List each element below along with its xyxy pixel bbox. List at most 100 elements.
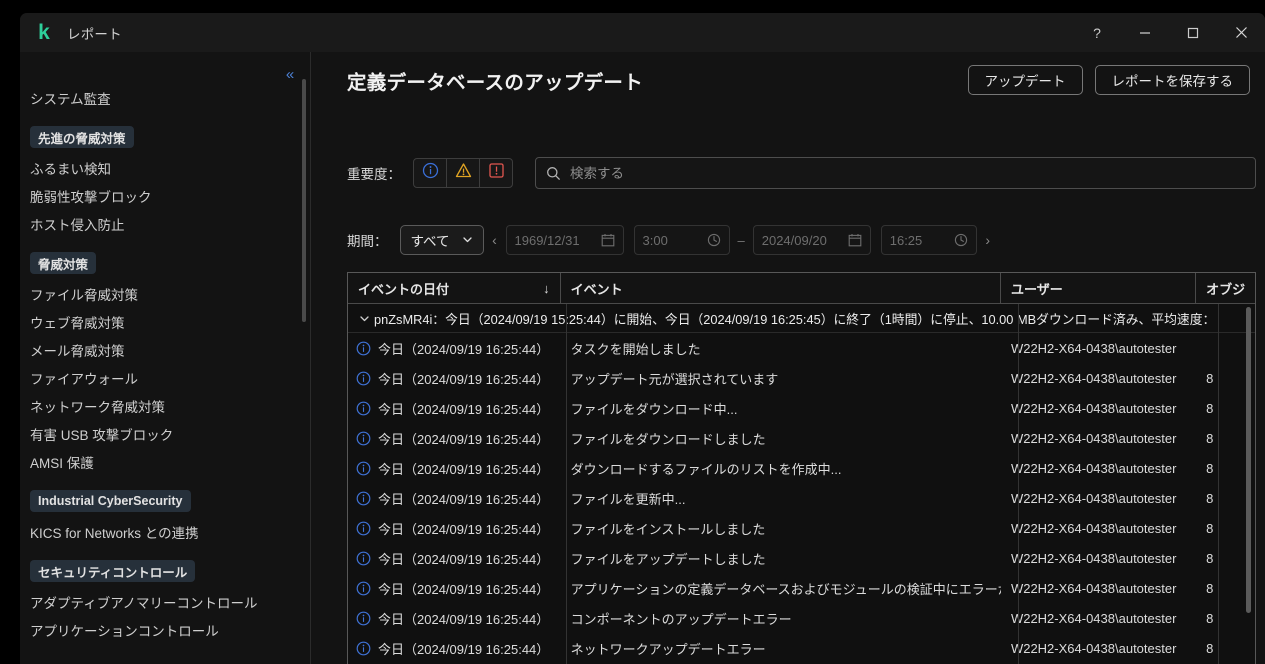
info-icon [356,341,371,356]
sidebar-item-label: 脆弱性攻撃ブロック [30,186,152,206]
table-row[interactable]: 今日（2024/09/19 16:25:44）ファイルを更新中...W22H2-… [348,483,1255,513]
header-actions: アップデート レポートを保存する [968,65,1251,95]
update-button[interactable]: アップデート [968,65,1083,95]
cell-date: 今日（2024/09/19 16:25:44） [348,579,561,598]
sidebar-item-17[interactable]: アプリケーションコントロール [20,616,310,644]
table-header-row: イベントの日付 ↓ イベント ユーザー オブジ [348,273,1255,304]
period-prev-button[interactable]: ‹ [484,225,506,255]
calendar-icon [601,233,615,247]
table-row[interactable]: 今日（2024/09/19 16:25:44）ファイルをダウンロードしましたW2… [348,423,1255,453]
minimize-icon[interactable] [1121,13,1169,52]
search-input[interactable] [570,166,1245,181]
sidebar-item-8[interactable]: メール脅威対策 [20,336,310,364]
sidebar-item-6[interactable]: ファイル脅威対策 [20,280,310,308]
info-icon [356,491,371,506]
table-row[interactable]: 今日（2024/09/19 16:25:44）ダウンロードするファイルのリストを… [348,453,1255,483]
sidebar-item-3[interactable]: 脆弱性攻撃ブロック [20,182,310,210]
info-icon [356,371,371,386]
sidebar-item-12[interactable]: AMSI 保護 [20,448,310,476]
cell-user: W22H2-X64-0438\autotester [1001,641,1196,656]
sidebar-item-7[interactable]: ウェブ脅威対策 [20,308,310,336]
sidebar-group-wrapper: 先進の脅威対策 [20,112,310,154]
cell-date: 今日（2024/09/19 16:25:44） [348,639,561,658]
column-header-object[interactable]: オブジ [1196,273,1255,303]
warning-icon [455,162,472,184]
from-date-field[interactable]: 1969/12/31 [506,225,624,255]
table-row[interactable]: 今日（2024/09/19 16:25:44）アプリケーションの定義データベース… [348,573,1255,603]
cell-user: W22H2-X64-0438\autotester [1001,371,1196,386]
sidebar: « システム監査先進の脅威対策ふるまい検知脆弱性攻撃ブロックホスト侵入防止脅威対… [20,52,310,664]
event-date-value: 今日（2024/09/19 16:25:44） [378,639,549,658]
close-icon[interactable] [1217,13,1265,52]
table-row[interactable]: 今日（2024/09/19 16:25:44）タスクを開始しましたW22H2-X… [348,333,1255,363]
severity-label: 重要度： [347,163,401,183]
clock-icon [954,233,968,247]
cell-user: W22H2-X64-0438\autotester [1001,581,1196,596]
column-label: ユーザー [1011,279,1063,298]
warning-severity-button[interactable] [446,158,480,188]
period-filter-row: 期間： すべて ‹ 1969/12/31 [347,224,999,256]
cell-date: 今日（2024/09/19 16:25:44） [348,489,561,508]
sidebar-nav: システム監査先進の脅威対策ふるまい検知脆弱性攻撃ブロックホスト侵入防止脅威対策フ… [20,84,310,644]
sidebar-group-header: 先進の脅威対策 [30,126,134,148]
info-icon [356,581,371,596]
help-button[interactable]: ? [1073,13,1121,52]
table-row[interactable]: 今日（2024/09/19 16:25:44）ファイルをインストールしましたW2… [348,513,1255,543]
sidebar-item-2[interactable]: ふるまい検知 [20,154,310,182]
sidebar-item-0[interactable]: システム監査 [20,84,310,112]
info-severity-button[interactable] [413,158,447,188]
table-row[interactable]: 今日（2024/09/19 16:25:44）ファイルをダウンロード中...W2… [348,393,1255,423]
sidebar-item-label: アダプティブアノマリーコントロール [30,592,257,612]
collapse-sidebar-button[interactable]: « [279,64,301,84]
to-time-field[interactable]: 16:25 [881,225,977,255]
period-preset-select[interactable]: すべて [400,225,484,255]
sidebar-item-14[interactable]: KICS for Networks との連携 [20,518,310,546]
table-vertical-scrollbar[interactable] [1246,307,1251,613]
event-date-value: 今日（2024/09/19 16:25:44） [378,489,549,508]
column-header-date[interactable]: イベントの日付 ↓ [348,273,561,303]
sort-desc-icon: ↓ [543,281,550,296]
sidebar-item-16[interactable]: アダプティブアノマリーコントロール [20,588,310,616]
cell-event: ファイルをインストールしました [561,519,1001,538]
to-date-field[interactable]: 2024/09/20 [753,225,871,255]
table-row[interactable]: 今日（2024/09/19 16:25:44）ネットワークアップデートエラーW2… [348,633,1255,663]
table-row[interactable]: 今日（2024/09/19 16:25:44）ファイルをアップデートしましたW2… [348,543,1255,573]
cell-event: ファイルをダウンロード中... [561,399,1001,418]
report-window: k レポート ? « システム監査先進の脅威対策ふるまい検知脆弱性攻撃ブロックホ… [20,13,1265,664]
sidebar-item-10[interactable]: ネットワーク脅威対策 [20,392,310,420]
date-range-separator: – [738,233,745,248]
sidebar-item-4[interactable]: ホスト侵入防止 [20,210,310,238]
period-next-button[interactable]: › [977,225,999,255]
cell-event: アプリケーションの定義データベースおよびモジュールの検証中にエラーが発生しました [561,579,1001,598]
app-logo-icon: k [31,20,57,46]
sidebar-item-label: 有害 USB 攻撃ブロック [30,424,173,444]
severity-button-group [413,158,513,188]
severity-filter-row: 重要度： [347,157,1256,189]
sidebar-group-wrapper: セキュリティコントロール [20,546,310,588]
table-group-row[interactable]: pnZsMR4i：今日（2024/09/19 15:25:44）に開始、今日（2… [348,304,1255,333]
search-box[interactable] [535,157,1256,189]
cell-event: ファイルを更新中... [561,489,1001,508]
info-icon [356,431,371,446]
cell-date: 今日（2024/09/19 16:25:44） [348,429,561,448]
column-label: イベントの日付 [358,279,449,298]
maximize-icon[interactable] [1169,13,1217,52]
sidebar-item-11[interactable]: 有害 USB 攻撃ブロック [20,420,310,448]
sidebar-item-label: AMSI 保護 [30,452,94,472]
from-time-field[interactable]: 3:00 [634,225,730,255]
save-report-button[interactable]: レポートを保存する [1095,65,1251,95]
sidebar-scrollbar[interactable] [302,79,306,322]
sidebar-group-header: 脅威対策 [30,252,96,274]
app-title: レポート [67,23,122,43]
critical-severity-button[interactable] [479,158,513,188]
sidebar-item-9[interactable]: ファイアウォール [20,364,310,392]
window-controls: ? [1073,13,1265,52]
cell-user: W22H2-X64-0438\autotester [1001,551,1196,566]
column-header-user[interactable]: ユーザー [1001,273,1196,303]
column-header-event[interactable]: イベント [561,273,1001,303]
sidebar-group-header: セキュリティコントロール [30,560,195,582]
table-row[interactable]: 今日（2024/09/19 16:25:44）コンポーネントのアップデートエラー… [348,603,1255,633]
table-row[interactable]: 今日（2024/09/19 16:25:44）アップデート元が選択されていますW… [348,363,1255,393]
chevron-down-icon[interactable] [354,313,374,324]
sidebar-group-wrapper: Industrial CyberSecurity [20,476,310,518]
